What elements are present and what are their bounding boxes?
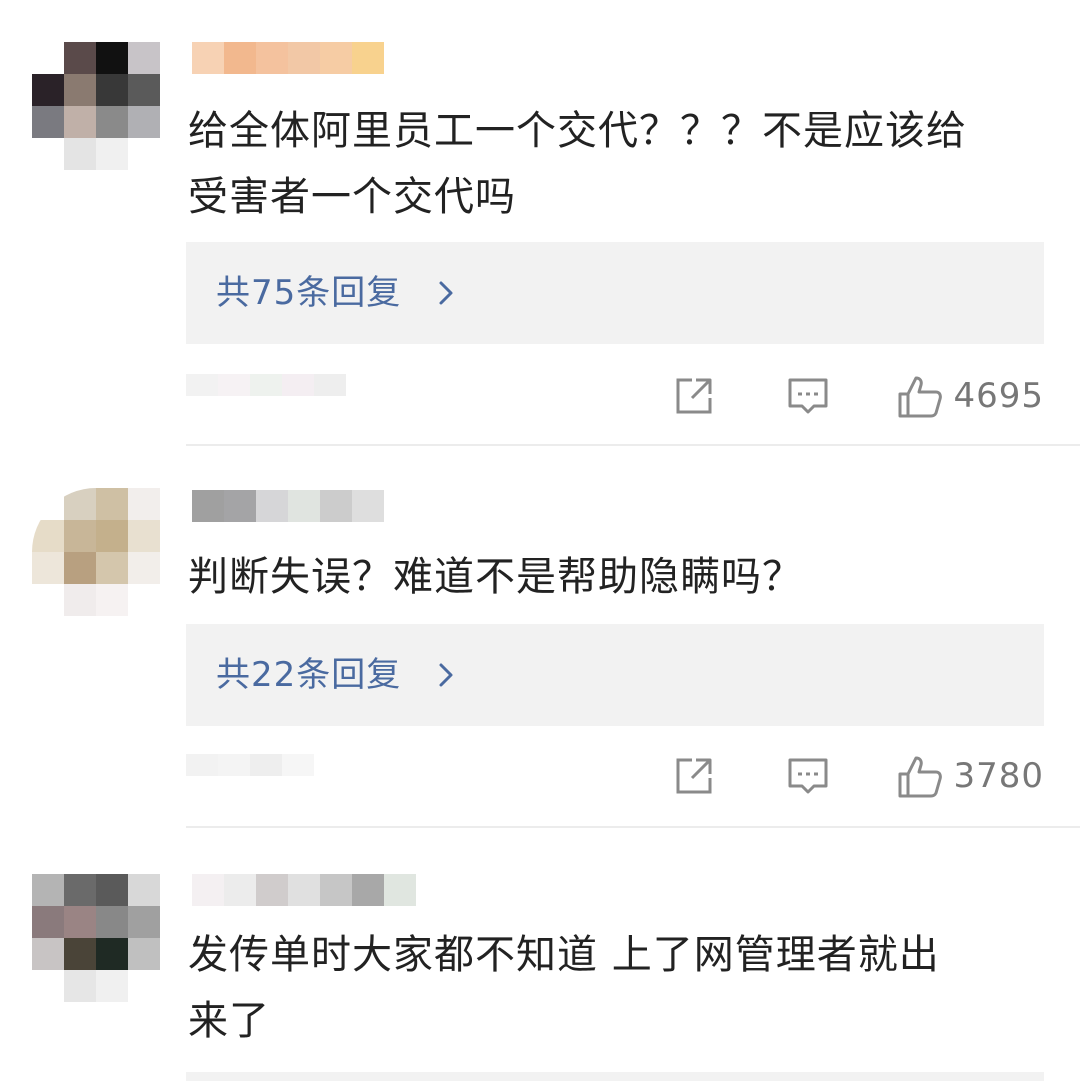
comment-icon[interactable] <box>784 752 832 800</box>
comment-text: 判断失误？难道不是帮助隐瞒吗？ <box>188 544 1058 610</box>
comment-text: 给全体阿里员工一个交代？？？不是应该给 受害者一个交代吗 <box>188 98 1058 230</box>
comment-text-line: 发传单时大家都不知道 上了网管理者就出 <box>188 932 940 978</box>
avatar[interactable] <box>32 42 160 170</box>
comment-text-line: 来了 <box>188 998 270 1044</box>
like-count: 4695 <box>953 376 1044 416</box>
comment-item: 发传单时大家都不知道 上了网管理者就出 来了 <box>0 828 1080 1081</box>
timestamp-blurred <box>186 374 346 418</box>
comment-item: 判断失误？难道不是帮助隐瞒吗？ 共22条回复 3780 <box>0 446 1080 828</box>
avatar[interactable] <box>32 488 160 616</box>
avatar[interactable] <box>32 874 160 1002</box>
comment-text: 发传单时大家都不知道 上了网管理者就出 来了 <box>188 922 1058 1054</box>
share-icon[interactable] <box>670 372 718 420</box>
comment-footer: 3780 <box>186 748 1044 808</box>
username-blurred[interactable] <box>192 42 384 74</box>
share-icon[interactable] <box>670 752 718 800</box>
replies-link[interactable] <box>186 1072 1044 1081</box>
replies-count-label: 共75条回复 <box>216 273 402 313</box>
chevron-right-icon <box>439 663 453 687</box>
comment-icon[interactable] <box>784 372 832 420</box>
like-icon[interactable] <box>896 752 944 800</box>
replies-link[interactable]: 共75条回复 <box>186 242 1044 344</box>
comment-footer: 4695 <box>186 368 1044 428</box>
replies-link[interactable]: 共22条回复 <box>186 624 1044 726</box>
comment-text-line: 给全体阿里员工一个交代？？？不是应该给 <box>188 108 967 154</box>
username-blurred[interactable] <box>192 490 384 522</box>
timestamp-blurred <box>186 754 314 798</box>
username-blurred[interactable] <box>192 874 448 906</box>
like-icon[interactable] <box>896 372 944 420</box>
comment-text-line: 判断失误？难道不是帮助隐瞒吗？ <box>188 554 803 600</box>
comment-item: 给全体阿里员工一个交代？？？不是应该给 受害者一个交代吗 共75条回复 4695 <box>0 0 1080 446</box>
comment-text-line: 受害者一个交代吗 <box>188 174 516 220</box>
like-count: 3780 <box>953 756 1044 796</box>
chevron-right-icon <box>439 281 453 305</box>
replies-count-label: 共22条回复 <box>216 655 402 695</box>
